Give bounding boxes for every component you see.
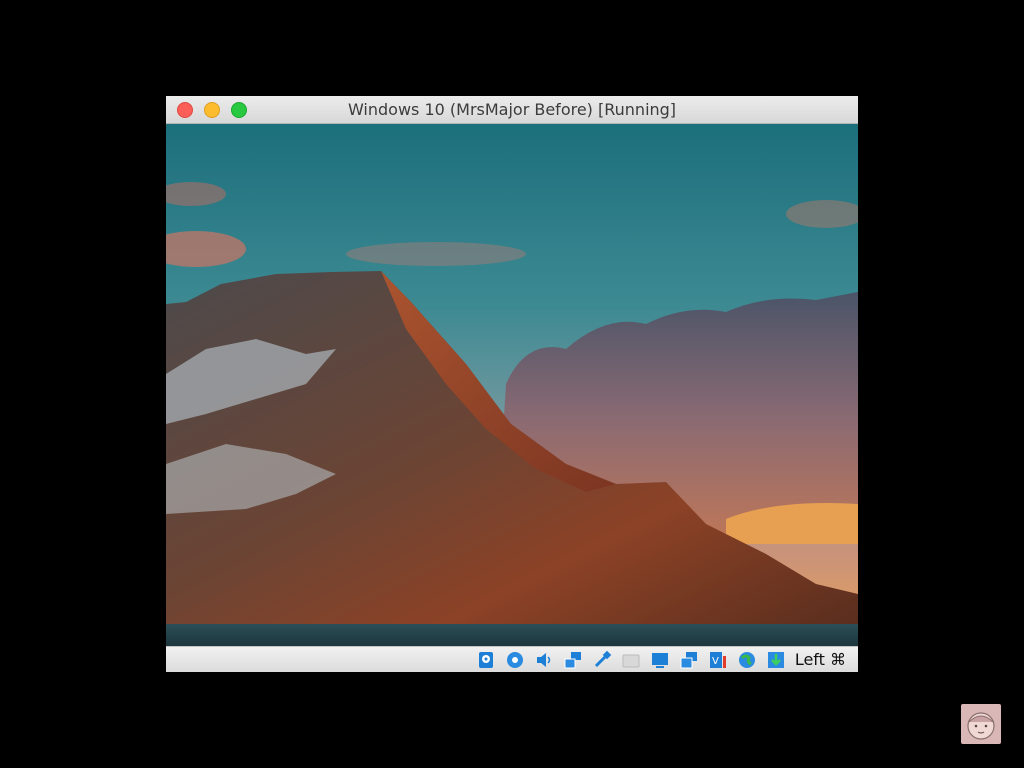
status-icons: V [474, 650, 788, 670]
guest-display[interactable] [166, 124, 858, 646]
desktop-wallpaper [166, 124, 858, 646]
audio-icon[interactable] [532, 650, 556, 670]
network-icon[interactable] [561, 650, 585, 670]
cpu-activity-icon[interactable]: V [706, 650, 730, 670]
usb-icon[interactable] [590, 650, 614, 670]
avatar [961, 704, 1001, 744]
svg-text:V: V [712, 656, 719, 667]
vm-status-bar: V Left ⌘ [166, 646, 858, 672]
window-title: Windows 10 (MrsMajor Before) [Running] [347, 100, 677, 119]
virtualbox-vm-window: Windows 10 (MrsMajor Before) [Running] V… [166, 96, 858, 672]
hard-disk-icon[interactable] [474, 650, 498, 670]
avatar-face-icon [967, 712, 995, 740]
window-titlebar[interactable]: Windows 10 (MrsMajor Before) [Running] [166, 96, 858, 124]
display-icon[interactable] [648, 650, 672, 670]
guest-additions-icon[interactable] [735, 650, 759, 670]
mouse-integration-icon[interactable] [764, 650, 788, 670]
host-key-label: Left ⌘ [794, 650, 846, 669]
optical-drive-icon[interactable] [503, 650, 527, 670]
shared-folders-icon[interactable] [619, 650, 643, 670]
video-capture-icon[interactable] [677, 650, 701, 670]
